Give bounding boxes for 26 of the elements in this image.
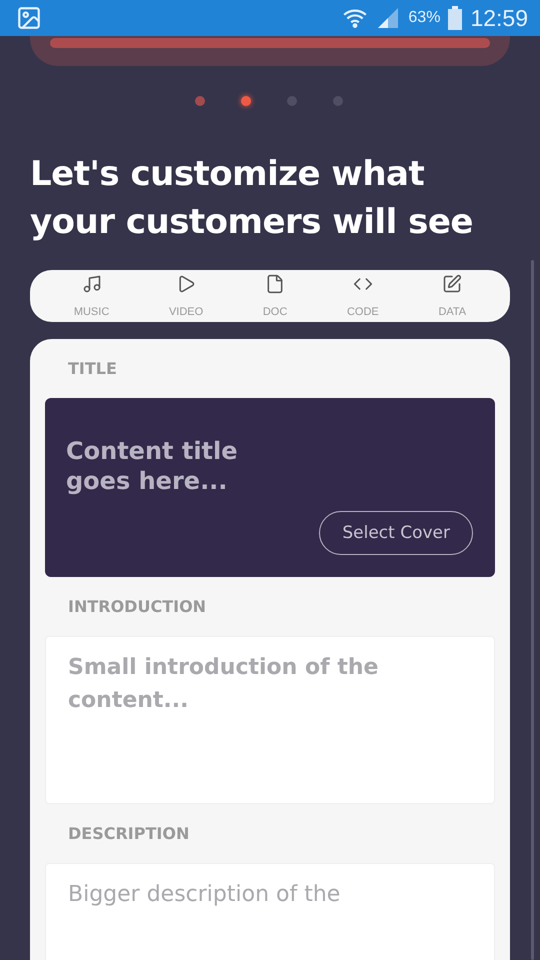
content-type-button[interactable]: VIDEO — [162, 270, 210, 322]
content-type-button[interactable]: MUSIC — [68, 270, 116, 322]
clock: 12:59 — [470, 4, 528, 32]
field-label: INTRODUCTION — [67, 596, 208, 616]
gallery-icon — [16, 5, 42, 31]
top-button[interactable] — [50, 38, 490, 48]
heading: Let's customize what your customers will see — [30, 153, 474, 244]
field-label: TITLE — [67, 358, 118, 378]
content-type-button[interactable]: CODE — [340, 270, 385, 322]
page-dot[interactable] — [241, 96, 251, 106]
content-type-button[interactable]: DOC — [256, 270, 294, 322]
signal-icon — [376, 6, 400, 30]
edit-icon — [442, 274, 462, 294]
file-icon — [265, 274, 286, 294]
title-input[interactable]: Content title goes here... — [66, 436, 306, 498]
page-dot[interactable] — [287, 96, 297, 106]
field-label: DESCRIPTION — [67, 823, 190, 843]
battery-icon — [448, 6, 462, 30]
introduction-field[interactable]: Small introduction of the content... — [45, 636, 495, 804]
select-cover-button[interactable]: Select Cover — [319, 511, 473, 555]
page-dot[interactable] — [195, 96, 205, 106]
battery-percent: 63% — [408, 9, 440, 27]
description-field[interactable]: Bigger description of the — [45, 863, 495, 960]
music-icon — [82, 274, 102, 294]
content-type-button[interactable]: DATA — [432, 270, 472, 322]
page-dot[interactable] — [333, 96, 343, 106]
